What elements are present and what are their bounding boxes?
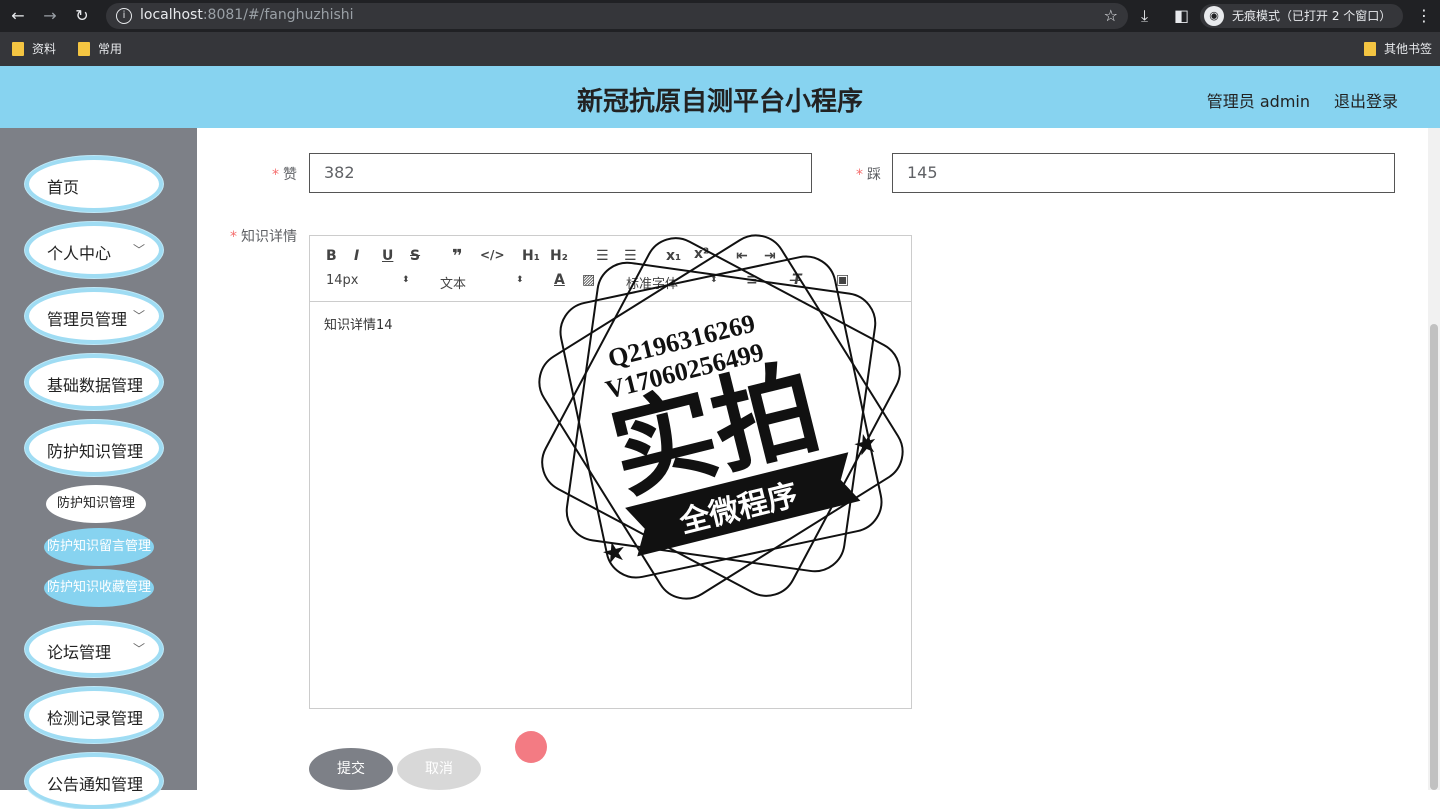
folder-icon xyxy=(12,42,24,56)
incognito-icon: ◉ xyxy=(1204,6,1224,26)
sidebar-item-admin[interactable]: 管理员管理 ﹀ xyxy=(25,288,163,344)
forward-arrow-icon[interactable]: → xyxy=(40,6,60,26)
select-arrows-icon: ⬍ xyxy=(402,275,410,285)
sidebar-subitem-comments[interactable]: 防护知识留言管理 xyxy=(44,528,154,566)
header-user: 管理员 admin xyxy=(1206,92,1310,111)
bookmark-folder-other[interactable]: 其他书签 xyxy=(1364,41,1432,57)
download-icon[interactable]: ⤓ xyxy=(1141,6,1148,26)
chevron-down-icon: ﹀ xyxy=(132,309,145,323)
sidebar-item-test-records[interactable]: 检测记录管理 xyxy=(25,687,163,743)
italic-icon[interactable]: I xyxy=(354,248,359,264)
bookmarks-bar: 资料 常用 其他书签 xyxy=(0,32,1440,66)
sidebar-subitem-favorites[interactable]: 防护知识收藏管理 xyxy=(44,569,154,607)
block-type-value: 文本 xyxy=(440,277,467,292)
menu-kebab-icon[interactable]: ⋮ xyxy=(1416,6,1432,26)
strikethrough-icon[interactable]: S xyxy=(410,248,420,264)
sidebar-subitem-knowledge[interactable]: 防护知识管理 xyxy=(46,485,146,523)
blockquote-icon[interactable]: ❞ xyxy=(452,246,463,267)
app-header: 新冠抗原自测平台小程序 管理员 admin 退出登录 xyxy=(0,66,1440,128)
zan-label: * 赞 xyxy=(272,167,297,183)
editor-content[interactable]: 知识详情14 xyxy=(324,314,393,333)
page-scrollbar[interactable] xyxy=(1428,128,1440,790)
font-size-select[interactable]: 14px ⬍ xyxy=(326,273,414,288)
sidebar-item-home[interactable]: 首页 xyxy=(25,156,163,212)
font-size-value: 14px xyxy=(326,273,359,288)
sidebar-item-personal-center[interactable]: 个人中心 ﹀ xyxy=(25,222,163,278)
folder-icon xyxy=(1364,42,1376,56)
sidebar: 首页 个人中心 ﹀ 管理员管理 ﹀ 基础数据管理 防护知识管理 防护知识管理 防… xyxy=(0,128,197,809)
folder-icon xyxy=(78,42,90,56)
chevron-down-icon: ﹀ xyxy=(132,642,145,656)
sidebar-item-forum[interactable]: 论坛管理 ﹀ xyxy=(25,621,163,677)
star-icon: ★ xyxy=(849,425,881,463)
code-block-icon[interactable]: </> xyxy=(480,248,505,262)
block-type-select[interactable]: 文本 ⬍ xyxy=(440,273,528,292)
logout-link[interactable]: 退出登录 xyxy=(1334,88,1398,112)
url-text: localhost:8081/#/fanghuzhishi xyxy=(140,7,354,23)
sidebar-item-notices[interactable]: 公告通知管理 xyxy=(25,753,163,809)
incognito-badge[interactable]: ◉ 无痕模式（已打开 2 个窗口） xyxy=(1200,4,1404,28)
sidebar-item-label: 公告通知管理 xyxy=(47,775,144,794)
bold-icon[interactable]: B xyxy=(326,248,337,264)
sidebar-item-base-data[interactable]: 基础数据管理 xyxy=(25,354,163,410)
cai-label: * 踩 xyxy=(856,167,881,183)
browser-toolbar: ← → ↻ i localhost:8081/#/fanghuzhishi ☆ … xyxy=(0,0,1440,32)
sidebar-item-label: 基础数据管理 xyxy=(47,376,144,395)
cancel-button[interactable]: 取消 xyxy=(397,748,481,790)
bookmark-label: 其他书签 xyxy=(1384,42,1433,56)
address-bar[interactable]: i localhost:8081/#/fanghuzhishi ☆ xyxy=(106,3,1128,29)
watermark-stamp: Q2196316269 V17060256499 实拍 全微程序 ★ ★ xyxy=(538,234,904,600)
incognito-label: 无痕模式（已打开 2 个窗口） xyxy=(1232,9,1392,23)
bookmark-star-icon[interactable]: ☆ xyxy=(1104,6,1118,25)
bookmark-folder-ziliao[interactable]: 资料 xyxy=(12,41,56,57)
back-arrow-icon[interactable]: ← xyxy=(8,6,28,26)
zan-input[interactable]: 382 xyxy=(309,153,812,193)
sidebar-item-label: 防护知识管理 xyxy=(47,442,144,461)
underline-icon[interactable]: U xyxy=(382,248,393,264)
detail-label: * 知识详情 xyxy=(230,229,297,245)
star-icon: ★ xyxy=(598,533,630,571)
bookmark-label: 资料 xyxy=(32,42,57,56)
cursor-highlight xyxy=(515,731,547,763)
sidebar-item-label: 检测记录管理 xyxy=(47,709,144,728)
info-icon[interactable]: i xyxy=(116,8,132,24)
chevron-down-icon: ﹀ xyxy=(132,243,145,257)
sidebar-item-label: 首页 xyxy=(47,178,80,197)
bookmark-label: 常用 xyxy=(98,42,123,56)
sidebar-item-protection-knowledge[interactable]: 防护知识管理 xyxy=(25,420,163,476)
sidepanel-icon[interactable]: ◧ xyxy=(1174,6,1189,26)
submit-button[interactable]: 提交 xyxy=(309,748,393,790)
scrollbar-thumb[interactable] xyxy=(1430,324,1438,790)
reload-icon[interactable]: ↻ xyxy=(72,6,92,26)
select-arrows-icon: ⬍ xyxy=(516,275,524,285)
cai-input[interactable]: 145 xyxy=(892,153,1395,193)
bookmark-folder-changyong[interactable]: 常用 xyxy=(78,41,122,57)
